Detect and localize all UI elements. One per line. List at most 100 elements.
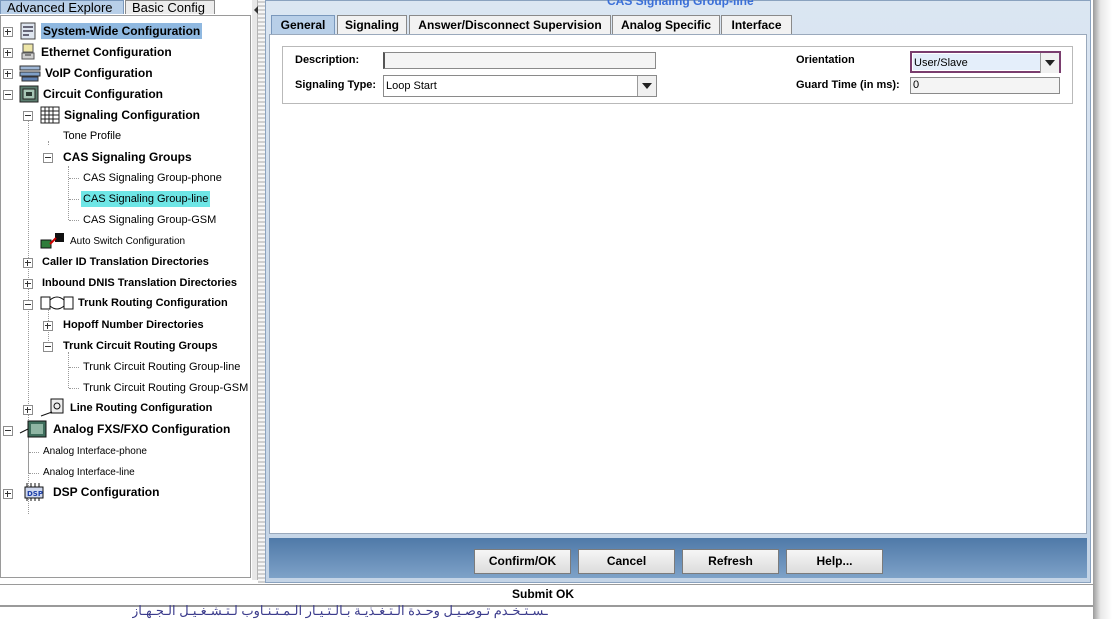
tree-item-trunk-groups[interactable]: Trunk Circuit Routing Groups: [63, 336, 218, 356]
analog-device-icon: [19, 420, 47, 438]
panel-title: CAS Signaling Group-line: [607, 0, 754, 8]
tree-item-dsp[interactable]: DSP DSP Configuration: [19, 482, 159, 502]
cancel-button[interactable]: Cancel: [578, 549, 675, 574]
expand-icon[interactable]: [23, 279, 33, 289]
tab-basic-config[interactable]: Basic Config: [125, 0, 215, 15]
tree-line: [28, 436, 29, 473]
tree-line: [68, 352, 69, 388]
tree-item-cas-gsm[interactable]: CAS Signaling Group-GSM: [83, 210, 216, 230]
orientation-value: User/Slave: [913, 54, 1040, 70]
tab-signaling[interactable]: Signaling: [337, 15, 407, 34]
tree-label: CAS Signaling Group-line: [81, 191, 211, 207]
tree-label: Ethernet Configuration: [41, 45, 172, 59]
tree-item-ethernet[interactable]: Ethernet Configuration: [19, 42, 172, 62]
tree-label: Signaling Configuration: [64, 108, 200, 122]
tree-line: [69, 199, 79, 200]
collapse-icon[interactable]: [43, 342, 53, 352]
tree-item-auto-switch[interactable]: Auto Switch Configuration: [40, 231, 185, 251]
chevron-down-icon[interactable]: [1040, 53, 1059, 73]
window-edge: [1093, 0, 1112, 619]
tree-label: System-Wide Configuration: [41, 23, 203, 39]
confirm-button[interactable]: Confirm/OK: [474, 549, 571, 574]
expand-icon[interactable]: [3, 27, 13, 37]
tree-item-signaling[interactable]: Signaling Configuration: [40, 105, 200, 125]
expand-icon[interactable]: [43, 321, 53, 331]
tab-general[interactable]: General: [271, 15, 335, 34]
tab-answer-disconnect[interactable]: Answer/Disconnect Supervision: [409, 15, 611, 34]
tree-line: [69, 178, 79, 179]
collapse-icon[interactable]: [23, 300, 33, 310]
tree-line: [68, 166, 69, 220]
expand-icon[interactable]: [23, 405, 33, 415]
tree-label: Trunk Circuit Routing Group-line: [83, 361, 241, 373]
tree-label: Line Routing Configuration: [70, 402, 213, 414]
panel-splitter[interactable]: [258, 0, 265, 583]
tree-label: Tone Profile: [63, 130, 122, 142]
tree-line: [29, 473, 39, 474]
tree-item-circuit[interactable]: Circuit Configuration: [19, 84, 163, 104]
dsp-chip-icon: DSP: [24, 483, 44, 501]
tree-line: [29, 452, 39, 453]
tree-item-trunk-routing[interactable]: Trunk Routing Configuration: [40, 293, 228, 313]
tree-item-inbound-dnis[interactable]: Inbound DNIS Translation Directories: [42, 273, 237, 293]
tree-item-trunk-gsm[interactable]: Trunk Circuit Routing Group-GSM: [83, 378, 248, 398]
tree-label: VoIP Configuration: [45, 66, 153, 80]
tree-label: Analog FXS/FXO Configuration: [53, 422, 231, 436]
tree-item-tone-profile[interactable]: Tone Profile: [63, 126, 121, 146]
orientation-select[interactable]: User/Slave: [910, 51, 1061, 73]
tree-item-cas-phone[interactable]: CAS Signaling Group-phone: [83, 168, 222, 188]
signaling-type-select[interactable]: Loop Start: [383, 75, 657, 97]
tree-label: Analog Interface-line: [43, 466, 135, 478]
tree-item-voip[interactable]: VoIP Configuration: [19, 63, 153, 83]
tree-label: DSP Configuration: [53, 485, 160, 499]
tree-item-cas-line[interactable]: CAS Signaling Group-line: [81, 189, 211, 209]
guard-time-field[interactable]: 0: [910, 77, 1060, 94]
left-tab-bar: Advanced Explore Basic Config: [0, 0, 258, 15]
tree-item-cas-groups[interactable]: CAS Signaling Groups: [63, 147, 192, 167]
tab-analog-specific[interactable]: Analog Specific: [612, 15, 720, 34]
collapse-icon[interactable]: [3, 90, 13, 100]
svg-text:DSP: DSP: [27, 490, 43, 498]
signaling-type-label: Signaling Type:: [295, 79, 377, 91]
routing-icon: [40, 296, 74, 310]
tree-label: Hopoff Number Directories: [63, 319, 204, 331]
tree-label: CAS Signaling Group-phone: [83, 172, 222, 184]
expand-icon[interactable]: [3, 48, 13, 58]
tree-label: Circuit Configuration: [43, 87, 163, 101]
tree-item-system-wide[interactable]: System-Wide Configuration: [19, 21, 203, 41]
orientation-label: Orientation: [796, 54, 855, 66]
tree-label: Inbound DNIS Translation Directories: [42, 277, 237, 289]
tree-label: Caller ID Translation Directories: [42, 256, 209, 268]
collapse-icon[interactable]: [3, 426, 13, 436]
description-field[interactable]: [383, 52, 656, 69]
tree-item-analog-line[interactable]: Analog Interface-line: [43, 462, 135, 482]
switch-icon: [40, 233, 64, 249]
server-icon: [20, 22, 36, 40]
tree-item-analog-fxs[interactable]: Analog FXS/FXO Configuration: [19, 419, 230, 439]
tree-item-line-routing[interactable]: Line Routing Configuration: [40, 398, 212, 418]
button-bar: [269, 538, 1087, 578]
help-button[interactable]: Help...: [786, 549, 883, 574]
tab-interface[interactable]: Interface: [721, 15, 792, 34]
collapse-icon[interactable]: [23, 111, 33, 121]
tree-label: Analog Interface-phone: [43, 445, 147, 457]
tree-item-caller-id[interactable]: Caller ID Translation Directories: [42, 252, 209, 272]
tab-content: [269, 34, 1087, 534]
tab-advanced-explore[interactable]: Advanced Explore: [0, 0, 124, 15]
tree-item-hopoff[interactable]: Hopoff Number Directories: [63, 315, 204, 335]
expand-icon[interactable]: [3, 69, 13, 79]
grid-icon: [40, 106, 60, 124]
tree-line: [69, 388, 79, 389]
expand-icon[interactable]: [23, 258, 33, 268]
expand-icon[interactable]: [3, 489, 13, 499]
chevron-down-icon[interactable]: [637, 76, 656, 96]
tree-label: CAS Signaling Group-GSM: [83, 214, 217, 226]
refresh-button[interactable]: Refresh: [682, 549, 779, 574]
tree-item-analog-phone[interactable]: Analog Interface-phone: [43, 441, 147, 461]
tree-item-trunk-line[interactable]: Trunk Circuit Routing Group-line: [83, 357, 240, 377]
background-window-text: ـسـتـخـدم تـوصـيـل وحـدة الـتـغـذيـة بـا…: [132, 603, 548, 618]
collapse-icon[interactable]: [43, 153, 53, 163]
guard-time-label: Guard Time (in ms):: [796, 79, 900, 91]
tree-line: [69, 220, 79, 221]
tree-label: Trunk Circuit Routing Group-GSM: [83, 382, 249, 394]
